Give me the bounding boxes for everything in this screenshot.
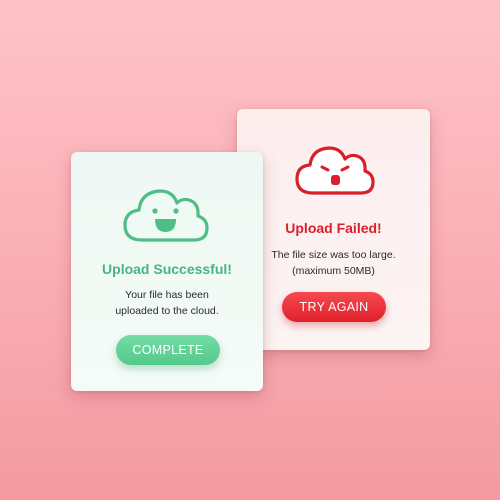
sad-cloud-icon bbox=[295, 146, 375, 195]
error-limit-line: (maximum 50MB) bbox=[292, 265, 375, 277]
upload-success-title: Upload Successful! bbox=[102, 261, 232, 277]
upload-failed-message: The file size was too large. (maximum 50… bbox=[247, 247, 420, 279]
upload-failed-title: Upload Failed! bbox=[285, 220, 382, 236]
upload-failed-card: Upload Failed! The file size was too lar… bbox=[237, 109, 430, 350]
upload-success-card: Upload Successful! Your file has been up… bbox=[71, 152, 263, 391]
error-message-line: The file size was too large. bbox=[271, 249, 396, 261]
try-again-button[interactable]: TRY AGAIN bbox=[282, 292, 386, 322]
complete-button[interactable]: COMPLETE bbox=[116, 335, 220, 365]
happy-cloud-icon bbox=[123, 189, 209, 242]
success-message-line1: Your file has been bbox=[125, 289, 209, 301]
upload-success-message: Your file has been uploaded to the cloud… bbox=[81, 287, 253, 319]
success-message-line2: uploaded to the cloud. bbox=[115, 305, 219, 317]
